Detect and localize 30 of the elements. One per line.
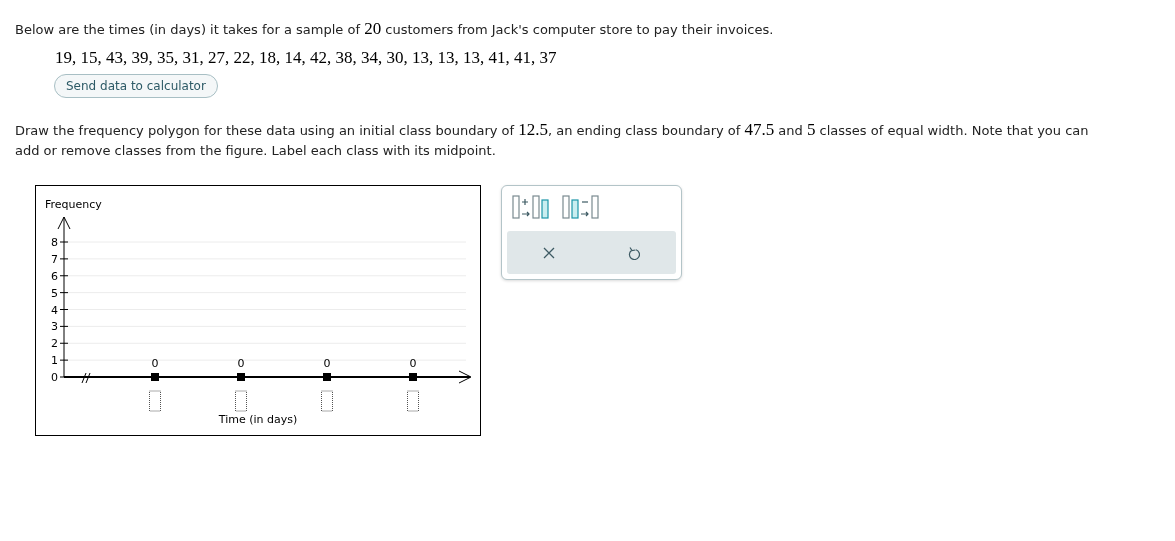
send-data-button[interactable]: Send data to calculator <box>54 74 218 98</box>
add-class-icon <box>512 195 550 221</box>
y-tick-label: 5 <box>51 286 58 300</box>
midpoint-input-field[interactable] <box>321 390 333 412</box>
y-tick-label: 6 <box>51 269 58 283</box>
undo-icon <box>627 245 640 260</box>
midpoint-input-field[interactable] <box>407 390 419 412</box>
frequency-label: 0 <box>409 357 417 370</box>
remove-class-button[interactable] <box>562 195 600 221</box>
y-tick-label: 1 <box>51 354 58 368</box>
y-tick-label: 0 <box>51 371 58 384</box>
frequency-label: 0 <box>237 357 245 370</box>
frequency-label: 0 <box>151 357 159 370</box>
instructions-text: Draw the frequency polygon for these data using an initial class boundary of 12.5, an ending class boundary of 47.5 and 5 classes of equal width. Note that you can add or remove classes from the figure. Label each class with its midpoint. <box>15 120 1090 160</box>
y-tick-label: 3 <box>51 320 58 334</box>
axis-break-icon <box>81 372 91 384</box>
x-axis-title: Time (in days) <box>218 413 298 426</box>
midpoint-input-field[interactable] <box>235 390 247 412</box>
close-icon <box>543 246 556 259</box>
y-axis-title: Frequency <box>45 198 102 211</box>
intro-text: Below are the times (in days) it takes for a sample of 20 customers from Jack's computer store to pay their invoices. <box>15 19 775 40</box>
data-list: 19, 15, 43, 39, 35, 31, 27, 22, 18, 14, 42, 38, 34, 30, 13, 13, 13, 41, 41, 37 <box>55 48 557 68</box>
remove-class-icon <box>562 195 600 221</box>
y-tick-label: 8 <box>51 236 58 249</box>
add-class-button[interactable] <box>512 195 550 221</box>
y-tick-label: 4 <box>51 303 58 317</box>
y-tick-label: 2 <box>51 337 58 351</box>
midpoint-input-field[interactable] <box>149 390 161 412</box>
frequency-label: 0 <box>323 357 331 370</box>
y-tick-label: 7 <box>51 252 58 266</box>
